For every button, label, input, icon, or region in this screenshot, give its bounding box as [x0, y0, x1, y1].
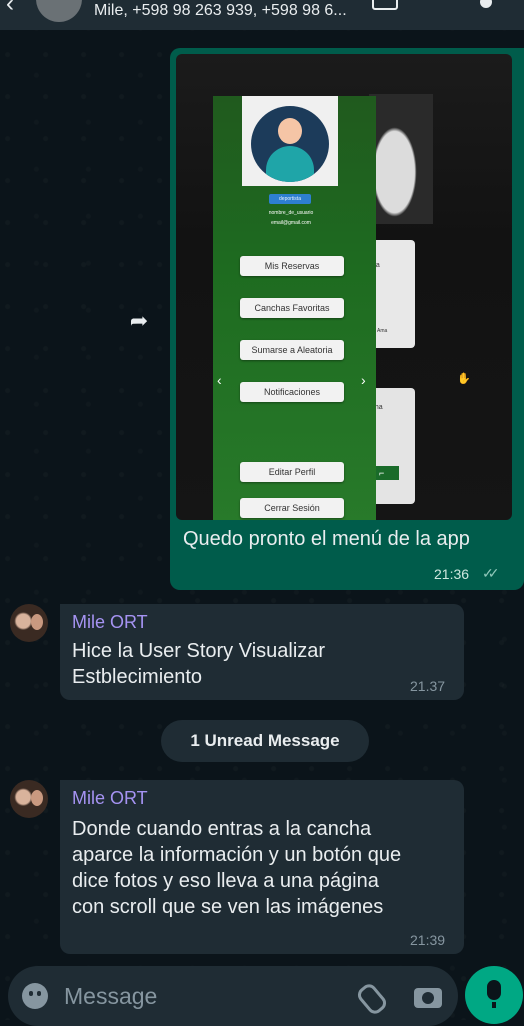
photo-card-label: Ama: [377, 328, 388, 334]
video-call-icon[interactable]: [372, 0, 398, 10]
message-time: 21.37: [410, 678, 446, 694]
incoming-message[interactable]: Mile ORT Hice la User Story Visualizar E…: [60, 604, 464, 700]
message-line: con scroll que se ven las imágenes: [72, 896, 384, 918]
microphone-icon: [487, 980, 501, 1008]
sender-avatar[interactable]: [10, 780, 48, 818]
back-arrow-icon[interactable]: ‹: [6, 0, 14, 18]
profile-avatar-icon: [251, 106, 329, 182]
profile-head: [278, 118, 302, 144]
profile-body: [266, 146, 314, 182]
message-text: Donde cuando entras a la cancha aparce l…: [72, 816, 401, 920]
message-time: 21:39: [410, 932, 446, 948]
message-line: Donde cuando entras a la cancha: [72, 818, 372, 840]
double-check-icon: ✓✓: [482, 565, 500, 581]
hand-cursor-icon: ✋: [457, 373, 471, 385]
sender-name[interactable]: Mile ORT: [72, 612, 148, 633]
more-options-icon[interactable]: [480, 0, 492, 8]
forward-icon[interactable]: ➦: [124, 306, 154, 336]
message-line: aparce la información y un botón que: [72, 844, 402, 866]
menu-button: Mis Reservas: [240, 256, 344, 276]
message-line: dice fotos y eso lleva a una página: [72, 870, 379, 892]
sender-name[interactable]: Mile ORT: [72, 788, 148, 809]
message-time: 21:36: [434, 566, 470, 582]
shared-photo[interactable]: pa Ama nha ·: ⌐ ✋ deportista nombre_de_u…: [176, 54, 512, 520]
unread-messages-banner: 1 Unread Message: [161, 720, 369, 762]
sender-avatar[interactable]: [10, 604, 48, 642]
menu-button: Canchas Favoritas: [240, 298, 344, 318]
chat-header[interactable]: ‹ Mile, +598 98 263 939, +598 98 6...: [0, 0, 524, 30]
menu-button: Sumarse a Aleatoria: [240, 340, 344, 360]
group-avatar[interactable]: [36, 0, 82, 22]
incoming-message[interactable]: Mile ORT Donde cuando entras a la cancha…: [60, 780, 464, 954]
profile-picture: [242, 96, 338, 186]
message-line: Hice la User Story Visualizar: [72, 640, 326, 662]
voice-message-button[interactable]: [465, 966, 523, 1024]
menu-button: Editar Perfil: [240, 462, 344, 482]
chevron-right-icon: ›: [361, 372, 366, 388]
message-caption: Quedo pronto el menú de la app: [183, 528, 470, 550]
chat-title[interactable]: Mile, +598 98 263 939, +598 98 6...: [94, 2, 364, 20]
emoji-icon[interactable]: [22, 983, 48, 1009]
menu-button: Notificaciones: [240, 382, 344, 402]
message-input[interactable]: Message: [64, 983, 157, 1010]
profile-tag: deportista: [269, 194, 311, 204]
profile-username: nombre_de_usuario: [268, 210, 314, 216]
message-line: Estblecimiento: [72, 666, 203, 688]
menu-button: Cerrar Sesión: [240, 498, 344, 518]
photo-shoes: [369, 94, 433, 224]
paperclip-icon[interactable]: [354, 981, 390, 1017]
app-screen: deportista nombre_de_usuario email@gmail…: [213, 96, 376, 520]
camera-icon[interactable]: [414, 988, 442, 1008]
chevron-left-icon: ‹: [217, 372, 222, 388]
profile-email: email@gmail.com: [271, 220, 311, 226]
message-text: Hice la User Story Visualizar Estblecimi…: [72, 638, 325, 690]
message-composer[interactable]: Message: [8, 966, 458, 1026]
